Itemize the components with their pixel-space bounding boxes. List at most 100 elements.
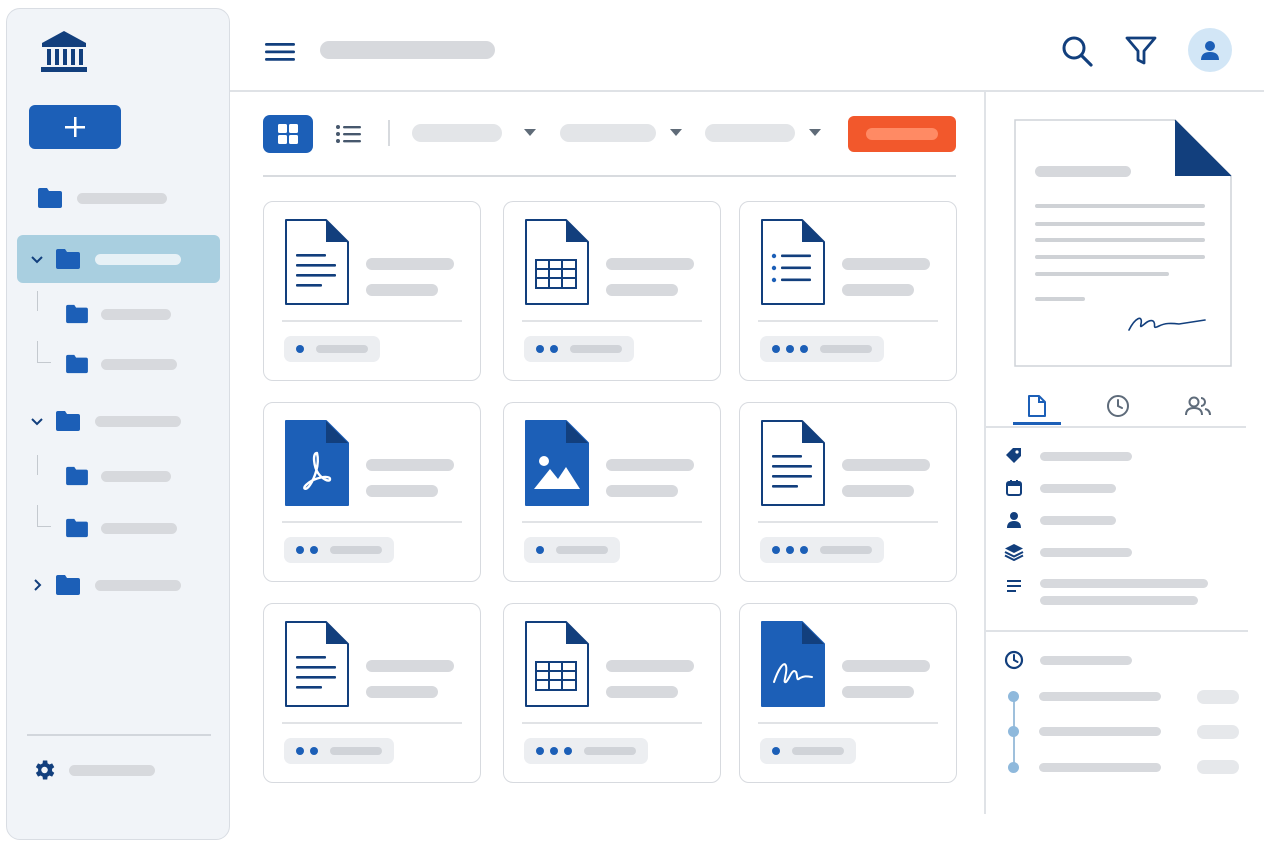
header-divider xyxy=(230,90,1264,92)
tabs-divider xyxy=(986,426,1246,428)
metadata-tags-row xyxy=(1004,446,1132,466)
layers-icon xyxy=(1004,542,1024,562)
timeline-entry[interactable] xyxy=(1008,691,1161,702)
file-card[interactable] xyxy=(263,603,481,783)
metadata-value-placeholder xyxy=(1040,451,1132,461)
button-label-placeholder xyxy=(866,128,938,140)
file-name-placeholder xyxy=(366,459,454,471)
tab-people[interactable] xyxy=(1174,388,1222,424)
document-tab-icon xyxy=(1028,395,1046,417)
person-icon xyxy=(1004,510,1024,530)
folder-icon xyxy=(56,249,80,269)
metadata-owner-row xyxy=(1004,510,1116,530)
folder-icon xyxy=(56,575,80,595)
file-card[interactable] xyxy=(263,402,481,582)
status-badge xyxy=(760,738,856,764)
status-dot xyxy=(550,345,558,353)
folder-tree-item[interactable] xyxy=(29,404,181,438)
signed-document-icon xyxy=(761,621,825,707)
dropdown-label-placeholder xyxy=(560,124,656,142)
grid-view-button[interactable] xyxy=(263,115,313,153)
menu-icon[interactable] xyxy=(262,38,298,66)
new-item-button[interactable] xyxy=(29,105,121,149)
chevron-down-icon[interactable] xyxy=(29,413,45,429)
folder-tree-item[interactable] xyxy=(65,347,177,381)
folder-tree-item-selected[interactable] xyxy=(17,235,220,283)
description-icon xyxy=(1004,576,1024,596)
status-badge xyxy=(524,336,634,362)
status-dot xyxy=(772,345,780,353)
status-badge xyxy=(284,336,380,362)
caret-down-icon xyxy=(524,129,536,136)
status-badge xyxy=(760,336,884,362)
folder-tree-item[interactable] xyxy=(65,459,171,493)
list-view-button[interactable] xyxy=(330,115,368,153)
tree-connector xyxy=(37,455,38,475)
primary-action-button[interactable] xyxy=(848,116,956,152)
filter-dropdown-2[interactable] xyxy=(560,124,682,142)
status-dot xyxy=(536,747,544,755)
folder-tree-item[interactable] xyxy=(65,511,177,545)
file-name-placeholder xyxy=(606,660,694,672)
user-avatar[interactable] xyxy=(1188,28,1232,72)
status-dot xyxy=(310,747,318,755)
history-tab-icon xyxy=(1107,395,1129,417)
signed-letter-preview[interactable] xyxy=(1013,118,1233,368)
settings-label-placeholder xyxy=(69,764,155,776)
card-divider xyxy=(758,521,938,523)
gear-icon xyxy=(35,760,55,780)
card-divider xyxy=(522,722,702,724)
file-name-placeholder xyxy=(842,660,930,672)
tab-document[interactable] xyxy=(1013,388,1061,424)
file-meta-placeholder xyxy=(606,284,678,296)
bank-building-icon[interactable] xyxy=(39,29,89,75)
timeline-label-placeholder xyxy=(1039,692,1161,701)
timeline-entry[interactable] xyxy=(1008,726,1161,737)
sidebar-divider xyxy=(27,734,211,736)
timeline-entry[interactable] xyxy=(1008,762,1161,773)
folder-tree-item[interactable] xyxy=(37,181,167,215)
folder-icon xyxy=(66,354,88,374)
file-meta-placeholder xyxy=(366,485,438,497)
status-label-placeholder xyxy=(556,546,608,554)
tab-history[interactable] xyxy=(1094,388,1142,424)
filter-icon[interactable] xyxy=(1122,32,1160,70)
settings-item[interactable] xyxy=(31,757,155,783)
filter-dropdown-1[interactable] xyxy=(412,124,536,142)
list-view-icon xyxy=(336,125,361,143)
status-label-placeholder xyxy=(330,747,382,755)
file-name-placeholder xyxy=(842,258,930,270)
folder-tree-item[interactable] xyxy=(29,568,181,602)
metadata-value-placeholder xyxy=(1040,579,1208,588)
folder-label-placeholder xyxy=(77,192,167,204)
chevron-right-icon[interactable] xyxy=(29,577,45,593)
status-dot xyxy=(800,345,808,353)
file-card[interactable] xyxy=(739,603,957,783)
status-label-placeholder xyxy=(584,747,636,755)
folder-tree-item[interactable] xyxy=(65,297,171,331)
file-meta-placeholder xyxy=(842,485,914,497)
folder-label-placeholder xyxy=(95,579,181,591)
file-card[interactable] xyxy=(503,402,721,582)
folder-label-placeholder xyxy=(101,358,177,370)
status-badge xyxy=(284,537,394,563)
file-name-placeholder xyxy=(606,258,694,270)
file-card[interactable] xyxy=(739,402,957,582)
folder-icon xyxy=(66,304,88,324)
file-card[interactable] xyxy=(263,201,481,381)
file-card[interactable] xyxy=(503,201,721,381)
status-dot xyxy=(564,747,572,755)
text-document-icon xyxy=(761,420,825,506)
status-dot xyxy=(786,546,794,554)
file-name-placeholder xyxy=(366,660,454,672)
chevron-down-icon[interactable] xyxy=(29,251,45,267)
search-icon[interactable] xyxy=(1058,32,1096,70)
tree-connector xyxy=(37,505,51,527)
status-dot xyxy=(310,546,318,554)
filter-dropdown-3[interactable] xyxy=(705,124,821,142)
timeline-label-placeholder xyxy=(1039,763,1161,772)
plus-icon xyxy=(65,117,85,137)
caret-down-icon xyxy=(670,129,682,136)
file-card[interactable] xyxy=(503,603,721,783)
file-card[interactable] xyxy=(739,201,957,381)
